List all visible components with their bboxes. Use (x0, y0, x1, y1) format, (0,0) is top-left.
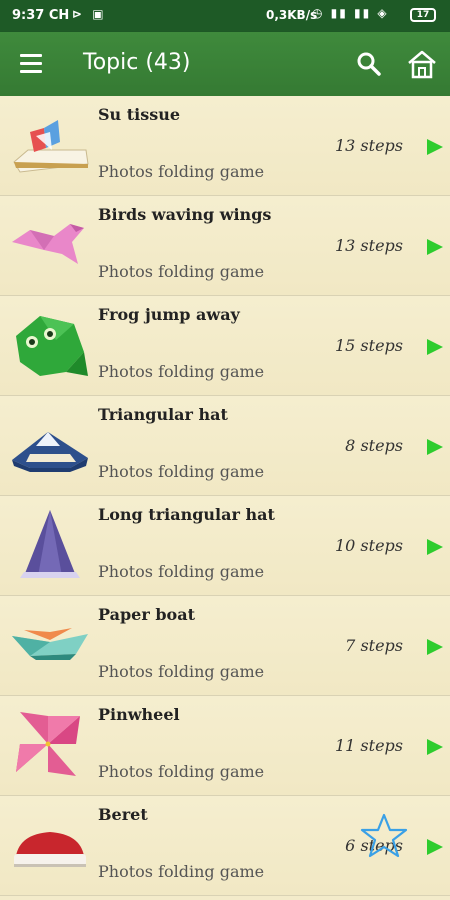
item-subtitle: Photos folding game (98, 662, 265, 681)
list-item[interactable]: Frog jump away 15 steps Photos folding g… (0, 296, 450, 396)
item-subtitle: Photos folding game (98, 162, 265, 181)
paper-boat-origami-icon (12, 628, 88, 660)
page-title: Topic (43) (83, 50, 191, 75)
list-item[interactable]: Birds waving wings 13 steps Photos foldi… (0, 196, 450, 296)
list-item[interactable]: Paper boat 7 steps Photos folding game (0, 596, 450, 696)
item-name: Long triangular hat (98, 505, 275, 524)
beret-origami-icon (14, 832, 86, 867)
item-name: Paper boat (98, 605, 195, 624)
item-steps: 10 steps (334, 536, 403, 555)
item-name: Beret (98, 805, 148, 824)
signal-wifi-icons: ◷ ▮▮ ▮▮ ◈ (312, 6, 389, 20)
item-subtitle: Photos folding game (98, 262, 265, 281)
long-triangular-hat-origami-icon (20, 510, 80, 578)
app-bar: Topic (43) (0, 32, 450, 96)
item-subtitle: Photos folding game (98, 462, 265, 481)
notification-icons: ⊳ ▣ (72, 7, 107, 21)
item-name: Triangular hat (98, 405, 228, 424)
triangular-hat-origami-icon (12, 432, 88, 472)
star-icon[interactable] (360, 813, 408, 859)
play-arrow-icon[interactable] (426, 238, 444, 256)
list-item[interactable]: Pinwheel 11 steps Photos folding game (0, 696, 450, 796)
topic-list: Su tissue 13 steps Photos folding game B… (0, 96, 450, 896)
item-steps: 11 steps (334, 736, 403, 755)
item-subtitle: Photos folding game (98, 862, 265, 881)
list-item[interactable]: Su tissue 13 steps Photos folding game (0, 96, 450, 196)
item-steps: 13 steps (334, 136, 403, 155)
play-arrow-icon[interactable] (426, 638, 444, 656)
list-item[interactable]: Triangular hat 8 steps Photos folding ga… (0, 396, 450, 496)
search-icon[interactable] (355, 50, 383, 78)
item-name: Birds waving wings (98, 205, 272, 224)
item-subtitle: Photos folding game (98, 362, 265, 381)
pinwheel-origami-icon (16, 712, 80, 776)
play-arrow-icon[interactable] (426, 338, 444, 356)
play-arrow-icon[interactable] (426, 438, 444, 456)
home-icon[interactable] (406, 48, 438, 80)
item-name: Frog jump away (98, 305, 240, 324)
play-arrow-icon[interactable] (426, 738, 444, 756)
list-item[interactable]: Long triangular hat 10 steps Photos fold… (0, 496, 450, 596)
battery-icon: 17 (410, 8, 436, 22)
menu-icon[interactable] (20, 54, 44, 74)
item-steps: 7 steps (345, 636, 403, 655)
status-bar: 9:37 CH ⊳ ▣ 0,3KB/s ◷ ▮▮ ▮▮ ◈ 17 (0, 0, 450, 32)
play-arrow-icon[interactable] (426, 838, 444, 856)
play-arrow-icon[interactable] (426, 538, 444, 556)
item-steps: 13 steps (334, 236, 403, 255)
tissue-origami-icon (13, 120, 89, 173)
network-speed: 0,3KB/s (266, 8, 318, 22)
bird-origami-icon (12, 224, 84, 264)
play-arrow-icon[interactable] (426, 138, 444, 156)
item-name: Pinwheel (98, 705, 180, 724)
item-steps: 15 steps (334, 336, 403, 355)
item-name: Su tissue (98, 105, 181, 124)
item-subtitle: Photos folding game (98, 762, 265, 781)
item-subtitle: Photos folding game (98, 562, 265, 581)
item-steps: 8 steps (345, 436, 403, 455)
frog-origami-icon (16, 316, 88, 376)
status-time: 9:37 CH (12, 8, 70, 23)
